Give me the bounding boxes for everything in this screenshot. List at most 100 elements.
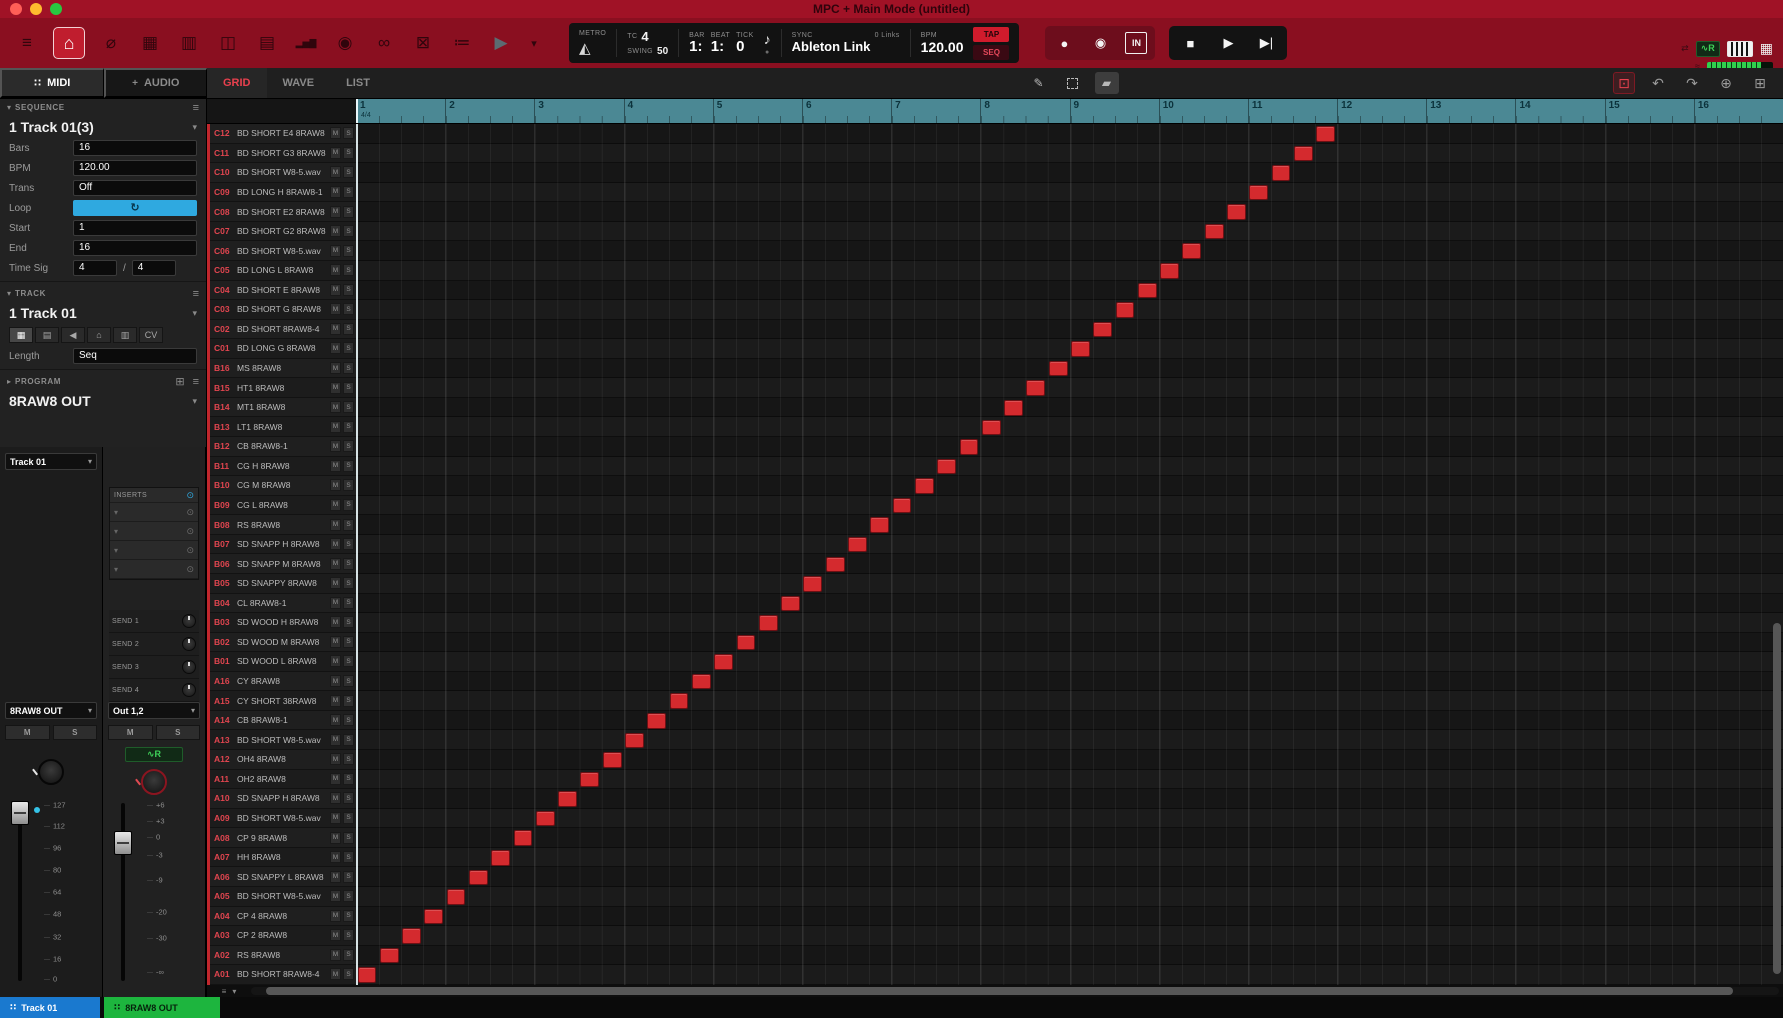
pad-row[interactable]: C07 BD SHORT G2 8RAW8 M S	[207, 221, 356, 242]
power-icon[interactable]: ⊙	[186, 507, 194, 518]
pad-mute-button[interactable]: M	[330, 753, 341, 766]
pad-solo-button[interactable]: S	[343, 909, 354, 922]
pad-row[interactable]: B14 MT1 8RAW8 M S	[207, 397, 356, 418]
pad-mute-button[interactable]: M	[330, 381, 341, 394]
pad-row[interactable]: B01 SD WOOD L 8RAW8 M S	[207, 652, 356, 672]
midi-note[interactable]	[1316, 126, 1336, 142]
pad-row[interactable]: A03 CP 2 8RAW8 M S	[207, 926, 356, 946]
pad-row[interactable]: A04 CP 4 8RAW8 M S	[207, 906, 356, 927]
pad-row[interactable]: A14 CB 8RAW8-1 M S	[207, 710, 356, 731]
pad-solo-button[interactable]: S	[343, 420, 354, 433]
pad-mute-button[interactable]: M	[330, 401, 341, 414]
pad-mute-button[interactable]: M	[330, 322, 341, 335]
midi-note[interactable]	[1249, 184, 1269, 201]
pad-solo-button[interactable]: S	[343, 362, 354, 375]
midi-note[interactable]	[758, 615, 778, 631]
pad-row[interactable]: B12 CB 8RAW8-1 M S	[207, 437, 356, 457]
chevron-down-icon[interactable]: ▾	[114, 565, 118, 574]
pad-mute-button[interactable]: M	[330, 342, 341, 355]
pad-solo-button[interactable]: S	[343, 714, 354, 727]
pad-solo-button[interactable]: S	[343, 498, 354, 511]
pad-mute-button[interactable]: M	[330, 792, 341, 805]
ruler-bar[interactable]: 14	[1515, 99, 1605, 123]
step-record-icon[interactable]: ⊡	[1613, 72, 1635, 94]
solo-button[interactable]: S	[155, 725, 200, 740]
pad-solo-button[interactable]: S	[343, 577, 354, 590]
timesig-numerator-input[interactable]: 4	[73, 260, 117, 276]
pad-solo-button[interactable]: S	[343, 596, 354, 609]
pad-mute-button[interactable]: M	[330, 283, 341, 296]
pad-row[interactable]: A07 HH 8RAW8 M S	[207, 847, 356, 868]
fader-handle[interactable]	[114, 831, 132, 855]
pad-row[interactable]: B11 CG H 8RAW8 M S	[207, 456, 356, 477]
pad-mute-button[interactable]: M	[330, 557, 341, 570]
midi-note[interactable]	[357, 967, 377, 983]
midi-note[interactable]	[736, 634, 756, 651]
pad-mute-button[interactable]: M	[330, 851, 341, 864]
midi-note[interactable]	[647, 713, 667, 729]
midi-note[interactable]	[379, 947, 399, 964]
bpm-input[interactable]: 120.00	[73, 160, 197, 176]
pad-solo-button[interactable]: S	[343, 557, 354, 570]
note-value-icon[interactable]: ♪	[764, 31, 771, 47]
pad-row[interactable]: B13 LT1 8RAW8 M S	[207, 417, 356, 437]
list-edit-icon[interactable]: ▥	[176, 30, 202, 56]
midi-note[interactable]	[402, 928, 421, 944]
pad-perform-icon[interactable]: ▶	[488, 30, 514, 56]
program-pan-knob[interactable]	[141, 769, 167, 795]
horizontal-scrollbar[interactable]	[251, 987, 1779, 995]
playhead-marker[interactable]	[356, 99, 358, 123]
loop-toggle[interactable]: ↻	[73, 200, 197, 216]
ruler-bar[interactable]: 4	[623, 99, 713, 123]
pad-solo-button[interactable]: S	[343, 440, 354, 453]
ruler-bar[interactable]: 7	[891, 99, 981, 123]
auto-scroll-icon[interactable]: ≡	[222, 987, 227, 996]
bottom-tab-track[interactable]: ∷ Track 01	[0, 997, 100, 1018]
midi-note[interactable]	[1227, 204, 1246, 220]
pad-mute-button[interactable]: M	[330, 225, 341, 238]
midi-note[interactable]	[491, 850, 511, 866]
midi-note[interactable]	[1093, 321, 1113, 338]
metro-section[interactable]: METRO ◭	[579, 30, 606, 57]
pad-solo-button[interactable]: S	[343, 753, 354, 766]
pad-solo-button[interactable]: S	[343, 538, 354, 551]
pad-mute-button[interactable]: M	[330, 772, 341, 785]
record-button[interactable]: ●	[1053, 32, 1075, 54]
chevron-down-icon[interactable]: ▾	[192, 122, 197, 133]
pad-mute-button[interactable]: M	[330, 675, 341, 688]
pad-solo-button[interactable]: S	[343, 479, 354, 492]
midi-note[interactable]	[446, 889, 466, 905]
pad-solo-button[interactable]: S	[343, 831, 354, 844]
pad-mute-button[interactable]: M	[330, 440, 341, 453]
solo-button[interactable]: S	[52, 725, 97, 740]
vertical-scrollbar-thumb[interactable]	[1773, 623, 1781, 975]
pad-row[interactable]: C03 BD SHORT G 8RAW8 M S	[207, 300, 356, 320]
ruler-bar[interactable]: 15	[1604, 99, 1694, 123]
ruler-bar[interactable]: 3	[534, 99, 624, 123]
midi-note[interactable]	[424, 908, 444, 925]
midi-note[interactable]	[1071, 341, 1090, 357]
pad-row[interactable]: C10 BD SHORT W8-5.wav M S	[207, 163, 356, 183]
pad-solo-button[interactable]: S	[343, 459, 354, 472]
midi-note[interactable]	[1004, 399, 1023, 416]
play-button[interactable]: ▶	[1217, 32, 1239, 54]
pad-row[interactable]: C06 BD SHORT W8-5.wav M S	[207, 241, 356, 261]
pad-solo-button[interactable]: S	[343, 166, 354, 179]
pad-mute-button[interactable]: M	[330, 577, 341, 590]
mute-button[interactable]: M	[5, 725, 50, 740]
midi-note[interactable]	[468, 869, 488, 886]
zoom-mode-icon[interactable]: ⌀	[98, 30, 124, 56]
pad-mute-button[interactable]: M	[330, 909, 341, 922]
clip-track-icon[interactable]: ▥	[113, 327, 137, 343]
pad-mute-button[interactable]: M	[330, 890, 341, 903]
pad-solo-button[interactable]: S	[343, 694, 354, 707]
pad-solo-button[interactable]: S	[343, 772, 354, 785]
pad-solo-button[interactable]: S	[343, 264, 354, 277]
step-sequencer-icon[interactable]: ◫	[215, 30, 241, 56]
pad-mute-button[interactable]: M	[330, 185, 341, 198]
pad-mute-button[interactable]: M	[330, 244, 341, 257]
midi-note[interactable]	[602, 752, 622, 768]
midi-note[interactable]	[803, 576, 823, 592]
inserts-power-icon[interactable]: ⊙	[186, 490, 194, 501]
tab-audio[interactable]: + AUDIO	[103, 68, 207, 98]
